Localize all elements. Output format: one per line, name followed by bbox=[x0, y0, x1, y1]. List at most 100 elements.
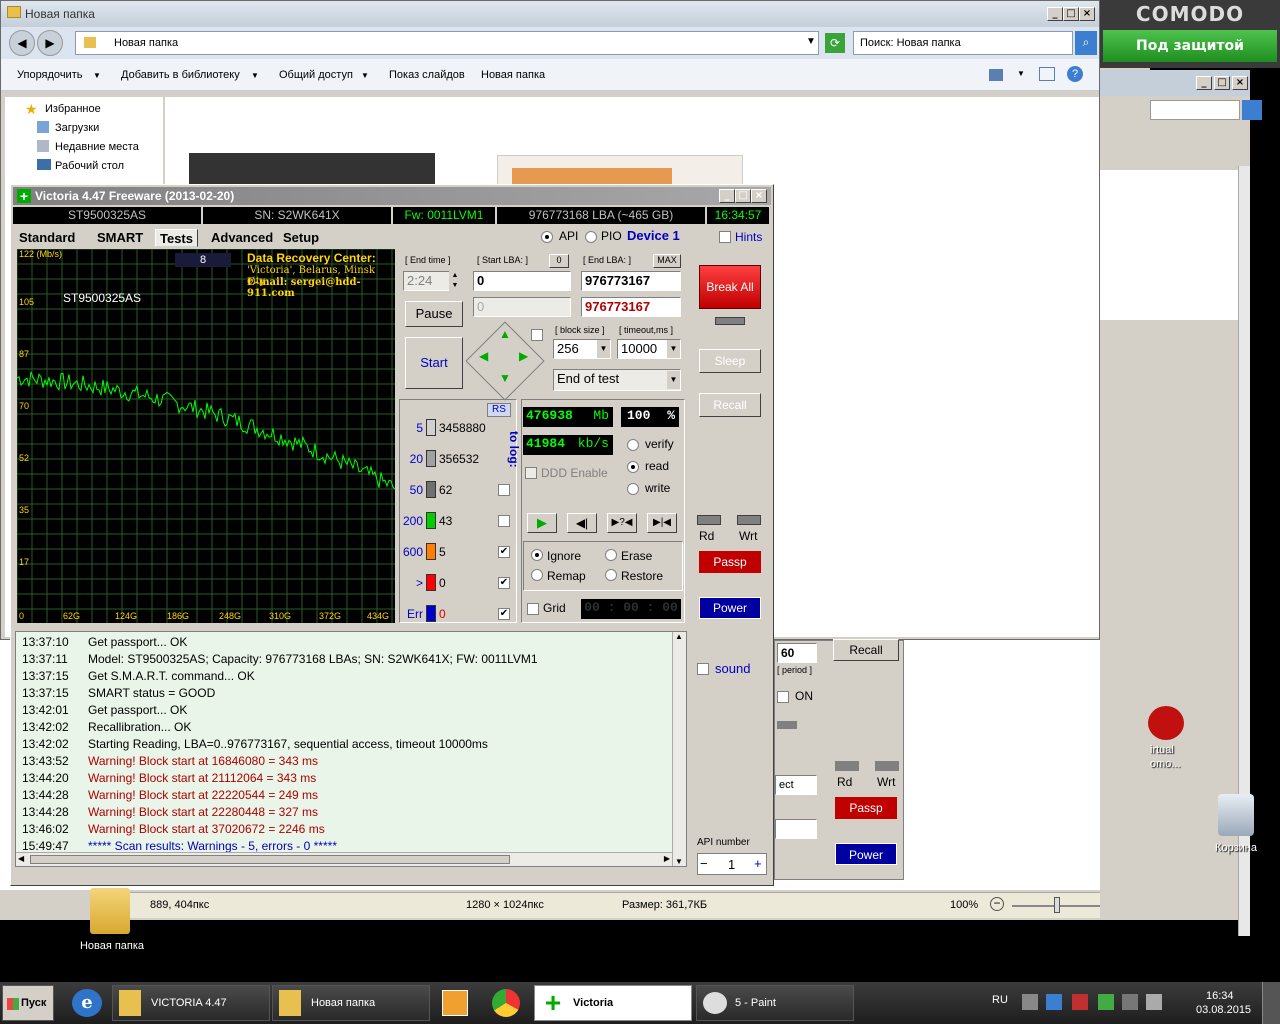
log-checkbox[interactable]: ✔ bbox=[498, 577, 510, 589]
maximize-icon[interactable]: □ bbox=[1214, 76, 1230, 90]
preview-pane-icon[interactable] bbox=[1039, 67, 1055, 81]
restore-radio[interactable] bbox=[605, 569, 617, 581]
comodo-virtual-icon[interactable] bbox=[1148, 706, 1184, 740]
period-field[interactable]: 60 bbox=[777, 643, 817, 663]
direction-checkbox[interactable] bbox=[531, 329, 543, 341]
close-icon[interactable]: × bbox=[751, 189, 767, 203]
back-icon[interactable]: ◀ bbox=[9, 30, 35, 56]
help-icon[interactable]: ? bbox=[1067, 66, 1083, 82]
sound-checkbox[interactable] bbox=[697, 663, 709, 675]
start-button[interactable]: Start bbox=[405, 337, 463, 389]
tray-icon[interactable] bbox=[1046, 994, 1062, 1010]
power-button[interactable]: Power bbox=[835, 843, 897, 865]
log-scrollbar[interactable]: ▲ ▼ bbox=[672, 632, 686, 866]
language-indicator[interactable]: RU bbox=[992, 994, 1008, 1006]
taskbar-date[interactable]: 03.08.2015 bbox=[1196, 1004, 1251, 1016]
arrow-left-icon[interactable]: ◀ bbox=[479, 349, 488, 363]
remap-radio[interactable] bbox=[531, 569, 543, 581]
log-checkbox[interactable] bbox=[498, 515, 510, 527]
on-checkbox[interactable] bbox=[777, 691, 789, 703]
scroll-up-icon[interactable]: ▲ bbox=[675, 632, 683, 641]
volume-icon[interactable] bbox=[1146, 994, 1162, 1010]
zoom-slider-thumb[interactable] bbox=[1054, 897, 1060, 913]
max-button[interactable]: MAX bbox=[653, 254, 681, 268]
task-victoria[interactable]: + Victoria bbox=[534, 985, 692, 1021]
recycle-bin-icon[interactable] bbox=[1218, 794, 1254, 836]
pio-radio[interactable] bbox=[585, 231, 597, 243]
erase-radio[interactable] bbox=[605, 549, 617, 561]
zoom-slider[interactable] bbox=[1012, 905, 1112, 907]
chrome-icon[interactable] bbox=[492, 989, 520, 1017]
close-icon[interactable]: × bbox=[1232, 76, 1248, 90]
select-field[interactable]: ect bbox=[775, 775, 817, 795]
start-lba-zero-button[interactable]: 0 bbox=[549, 254, 569, 268]
folder-icon[interactable] bbox=[90, 888, 130, 934]
break-all-button[interactable]: Break All bbox=[699, 265, 761, 309]
new-folder-button[interactable]: Новая папка bbox=[481, 69, 545, 81]
maximize-icon[interactable]: □ bbox=[735, 189, 751, 203]
skip-end-icon[interactable]: ▶|◀ bbox=[647, 513, 677, 533]
close-icon[interactable]: × bbox=[1079, 7, 1095, 21]
reset-stats-button[interactable]: RS bbox=[487, 403, 511, 417]
log-hscrollbar[interactable]: ◀ ▶ bbox=[16, 852, 672, 866]
scroll-down-icon[interactable]: ▼ bbox=[675, 857, 683, 866]
scroll-thumb[interactable] bbox=[30, 855, 510, 864]
comodo-status-button[interactable]: Под защитой bbox=[1103, 30, 1277, 62]
tab-tests[interactable]: Tests bbox=[155, 229, 198, 247]
media-player-icon[interactable] bbox=[442, 990, 468, 1016]
view-icon[interactable] bbox=[989, 69, 1003, 81]
arrow-up-icon[interactable]: ▲ bbox=[499, 327, 511, 341]
play-icon[interactable]: ▶ bbox=[527, 513, 557, 533]
win2-search-input[interactable] bbox=[1150, 100, 1240, 120]
input-field[interactable] bbox=[775, 819, 817, 839]
maximize-icon[interactable]: □ bbox=[1063, 7, 1079, 21]
minus-icon[interactable]: − bbox=[700, 856, 708, 871]
nav-downloads[interactable]: Загрузки bbox=[55, 122, 99, 134]
search-icon[interactable]: ⌕ bbox=[1075, 31, 1097, 55]
recall-button[interactable]: Recall bbox=[833, 639, 899, 661]
log-checkbox[interactable]: ✔ bbox=[498, 546, 510, 558]
add-to-library-menu[interactable]: Добавить в библиотеку bbox=[121, 69, 240, 81]
minimize-icon[interactable]: _ bbox=[719, 189, 735, 203]
hints-checkbox[interactable] bbox=[719, 231, 731, 243]
sleep-button[interactable]: Sleep bbox=[699, 349, 761, 373]
start-lba-field[interactable]: 0 bbox=[473, 271, 571, 291]
minimize-icon[interactable]: _ bbox=[1196, 76, 1212, 90]
event-log[interactable]: 13:37:10 Get passport... OK 13:37:11 Model:… bbox=[15, 631, 687, 867]
read-radio[interactable] bbox=[627, 461, 639, 473]
pause-button[interactable]: Pause bbox=[405, 301, 463, 327]
scroll-right-icon[interactable]: ▶ bbox=[664, 854, 670, 863]
verify-radio[interactable] bbox=[627, 439, 639, 451]
rewind-icon[interactable]: ◀| bbox=[567, 513, 597, 533]
network-icon[interactable] bbox=[1122, 994, 1138, 1010]
ignore-radio[interactable] bbox=[531, 549, 543, 561]
chevron-down-icon[interactable]: ▼ bbox=[1017, 69, 1025, 78]
scroll-left-icon[interactable]: ◀ bbox=[18, 854, 24, 863]
api-number-stepper[interactable]: − 1 + bbox=[697, 853, 767, 875]
tab-setup[interactable]: Setup bbox=[279, 229, 323, 247]
grid-checkbox[interactable] bbox=[527, 603, 539, 615]
nav-recent[interactable]: Недавние места bbox=[55, 141, 139, 153]
start-button[interactable]: Пуск bbox=[2, 985, 54, 1021]
passp-button[interactable]: Passp bbox=[699, 551, 761, 573]
plus-icon[interactable]: + bbox=[754, 856, 762, 871]
chevron-down-icon[interactable]: ▼ bbox=[806, 36, 816, 47]
nav-desktop[interactable]: Рабочий стол bbox=[55, 160, 124, 172]
log-checkbox[interactable] bbox=[498, 484, 510, 496]
end-time-spinner[interactable]: ▲ ▼ bbox=[449, 271, 461, 291]
minimize-icon[interactable]: _ bbox=[1047, 7, 1063, 21]
zoom-out-icon[interactable]: − bbox=[990, 897, 1004, 911]
search-icon[interactable] bbox=[1242, 100, 1262, 120]
address-input[interactable]: Новая папка ▼ bbox=[75, 31, 819, 55]
seek-icon[interactable]: ▶?◀ bbox=[607, 513, 637, 533]
graph-counter[interactable]: 8 bbox=[175, 253, 231, 267]
taskbar-time[interactable]: 16:34 bbox=[1206, 990, 1234, 1002]
tab-advanced[interactable]: Advanced bbox=[207, 229, 277, 247]
tab-smart[interactable]: SMART bbox=[93, 229, 147, 247]
log-checkbox[interactable]: ✔ bbox=[498, 608, 510, 620]
refresh-icon[interactable]: ⟳ bbox=[825, 33, 845, 53]
organize-menu[interactable]: Упорядочить bbox=[17, 69, 82, 81]
search-input[interactable]: Поиск: Новая папка bbox=[853, 31, 1073, 55]
tray-icon[interactable] bbox=[1022, 994, 1038, 1010]
tray-icon[interactable] bbox=[1098, 994, 1114, 1010]
